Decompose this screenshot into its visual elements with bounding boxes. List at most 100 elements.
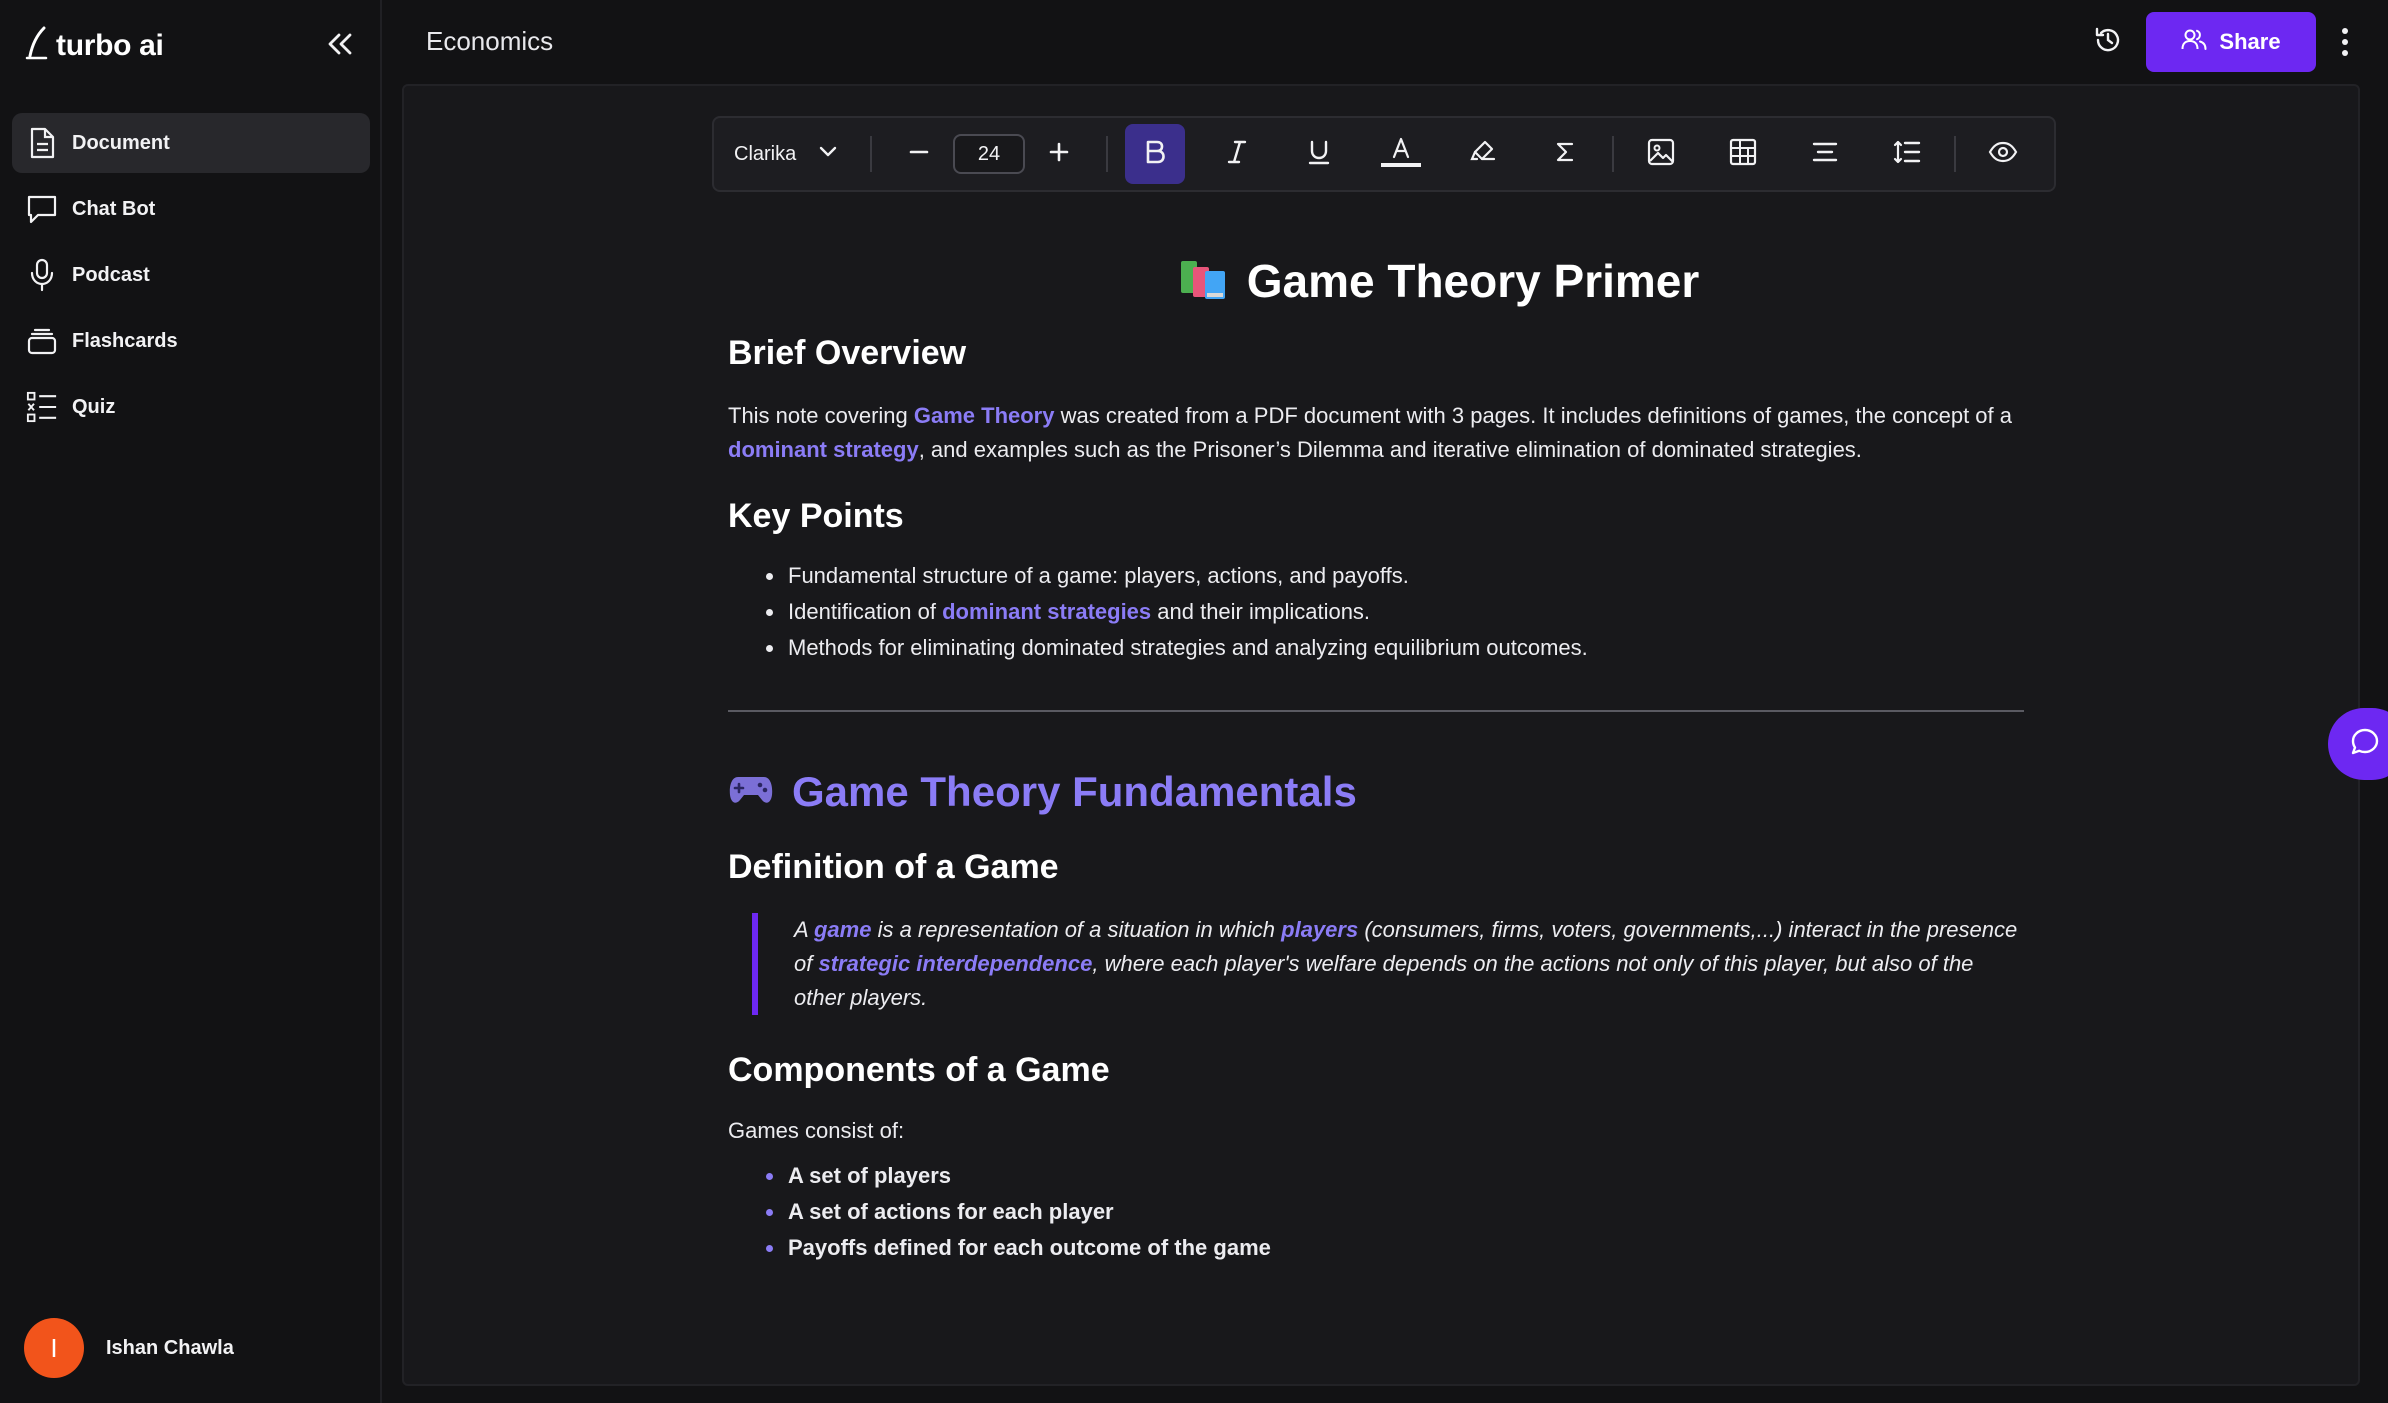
inline-link-game-theory[interactable]: Game Theory	[914, 403, 1055, 428]
document-title-row: Game Theory Primer	[848, 246, 2028, 316]
components-list: A set of players A set of actions for ea…	[728, 1158, 2028, 1266]
toolbar-separator	[1106, 136, 1108, 172]
sidebar-item-document[interactable]: Document	[12, 113, 370, 173]
history-icon	[2093, 25, 2123, 60]
brand-name: turbo ai	[56, 29, 164, 62]
page-title[interactable]: Economics	[426, 26, 553, 57]
highlighter-icon	[1470, 139, 1496, 170]
chat-bubble-icon	[2350, 727, 2380, 762]
users-icon	[2181, 27, 2207, 57]
brand-logo[interactable]: turbo ai	[24, 24, 164, 68]
quiz-list-icon	[26, 391, 58, 423]
inline-link-strategic-interdependence[interactable]: strategic interdependence	[818, 951, 1092, 976]
text-run: This note covering	[728, 403, 914, 428]
inline-link-players[interactable]: players	[1281, 917, 1358, 942]
toolbar-separator	[870, 136, 872, 172]
section-heading-components: Components of a Game	[728, 1051, 1110, 1089]
list-item: Identification of dominant strategies an…	[728, 594, 2028, 630]
preview-button[interactable]	[1973, 124, 2033, 184]
user-profile[interactable]: I Ishan Chawla	[24, 1318, 234, 1378]
sidebar-item-label: Quiz	[72, 395, 116, 418]
highlight-button[interactable]	[1453, 124, 1513, 184]
user-name: Ishan Chawla	[106, 1336, 234, 1359]
toolbar-separator	[1954, 136, 1956, 172]
insert-image-button[interactable]	[1631, 124, 1691, 184]
inline-link-dominant-strategy[interactable]: dominant strategy	[728, 437, 919, 462]
minus-icon	[908, 141, 930, 168]
document-body[interactable]: Game Theory Primer Brief Overview This n…	[728, 246, 2028, 1266]
key-points-list: Fundamental structure of a game: players…	[728, 558, 2028, 666]
collapse-sidebar-button[interactable]	[318, 26, 362, 66]
sidebar-item-label: Document	[72, 131, 170, 154]
bold-button[interactable]	[1125, 124, 1185, 184]
section-heading-overview: Brief Overview	[728, 334, 967, 372]
list-item: Methods for eliminating dominated strate…	[728, 630, 2028, 666]
inline-link-dominant-strategies[interactable]: dominant strategies	[942, 599, 1151, 624]
section-divider	[728, 710, 2024, 712]
list-item-link[interactable]: A set of players	[728, 1158, 2028, 1194]
game-controller-icon	[728, 773, 774, 812]
text-color-icon	[1381, 135, 1421, 174]
align-button[interactable]	[1795, 124, 1855, 184]
overview-paragraph: This note covering Game Theory was creat…	[728, 399, 2028, 467]
more-dot	[2342, 28, 2348, 34]
sidebar-item-label: Podcast	[72, 263, 150, 286]
formula-button[interactable]	[1535, 124, 1595, 184]
quill-logo-icon	[24, 26, 50, 67]
toolbar-separator	[1612, 136, 1614, 172]
sidebar: turbo ai Document Chat Bot Podcast Flash…	[0, 0, 382, 1403]
sidebar-item-label: Chat Bot	[72, 197, 156, 220]
document-panel: Clarika 24 Game Theory Primer Brief Over…	[402, 84, 2360, 1386]
sidebar-item-chat-bot[interactable]: Chat Bot	[12, 179, 370, 239]
chevrons-left-icon	[326, 32, 354, 61]
text-run: A	[794, 917, 814, 942]
sidebar-item-podcast[interactable]: Podcast	[12, 245, 370, 305]
list-item: Fundamental structure of a game: players…	[728, 558, 2028, 594]
insert-table-button[interactable]	[1713, 124, 1773, 184]
text-run: and their implications.	[1151, 599, 1371, 624]
definition-blockquote: A game is a representation of a situatio…	[752, 913, 2028, 1015]
document-title: Game Theory Primer	[1246, 255, 1700, 307]
share-label: Share	[2219, 29, 2281, 54]
font-size-input[interactable]	[953, 134, 1025, 174]
list-item-link[interactable]: A set of actions for each player	[728, 1194, 2028, 1230]
text-run: , and examples such as the Prisoner’s Di…	[918, 437, 1862, 462]
italic-button[interactable]	[1207, 124, 1267, 184]
text-run: Identification of	[788, 599, 943, 624]
table-icon	[1729, 138, 1757, 171]
decrease-font-size-button[interactable]	[889, 124, 949, 184]
app-root: turbo ai Document Chat Bot Podcast Flash…	[0, 0, 2388, 1403]
microphone-icon	[26, 258, 58, 292]
fundamentals-heading-row: Game Theory Fundamentals	[728, 762, 2028, 822]
more-dot	[2342, 50, 2348, 56]
more-dot	[2342, 39, 2348, 45]
share-button[interactable]: Share	[2146, 12, 2316, 72]
align-center-icon	[1812, 141, 1838, 168]
bold-icon	[1144, 139, 1166, 170]
list-item-link[interactable]: Payoffs defined for each outcome of the …	[728, 1230, 2028, 1266]
components-intro: Games consist of:	[728, 1118, 905, 1143]
sidebar-item-label: Flashcards	[72, 329, 178, 352]
document-icon	[26, 127, 58, 159]
sidebar-nav: Document Chat Bot Podcast Flashcards Qui…	[12, 113, 370, 443]
sidebar-item-flashcards[interactable]: Flashcards	[12, 311, 370, 371]
text-run: was created from a PDF document with 3 p…	[1054, 403, 2012, 428]
line-spacing-icon	[1893, 139, 1921, 170]
sidebar-item-quiz[interactable]: Quiz	[12, 377, 370, 437]
increase-font-size-button[interactable]	[1029, 124, 1089, 184]
sigma-icon	[1555, 141, 1575, 168]
more-options-button[interactable]	[2330, 20, 2360, 64]
italic-icon	[1226, 139, 1248, 170]
editor-toolbar: Clarika	[712, 116, 2056, 192]
line-spacing-button[interactable]	[1877, 124, 1937, 184]
books-emoji-icon	[1177, 255, 1229, 308]
underline-button[interactable]	[1289, 124, 1349, 184]
image-icon	[1647, 138, 1675, 171]
history-button[interactable]	[2088, 20, 2128, 64]
inline-link-game[interactable]: game	[814, 917, 871, 942]
text-color-button[interactable]	[1371, 124, 1431, 184]
cards-stack-icon	[26, 325, 58, 357]
font-family-select[interactable]: Clarika	[734, 124, 864, 184]
avatar: I	[24, 1318, 84, 1378]
chat-bubble-icon	[26, 193, 58, 225]
